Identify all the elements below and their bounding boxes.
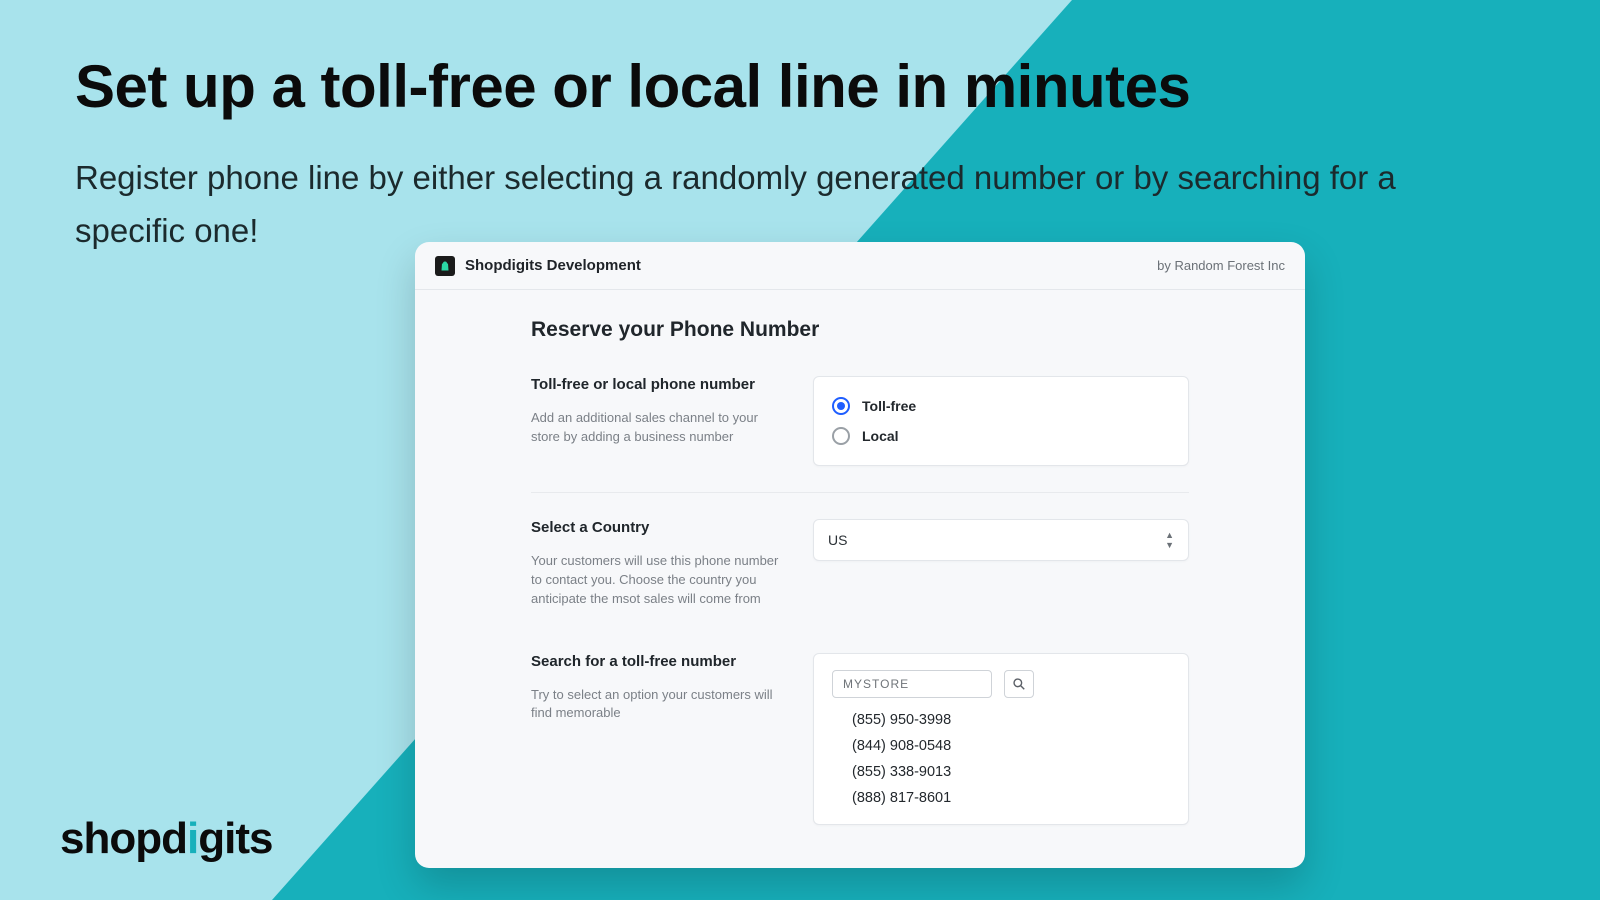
radio-icon [832, 427, 850, 445]
app-title: Shopdigits Development [465, 257, 641, 274]
type-section-desc: Add an additional sales channel to your … [531, 409, 779, 447]
search-input[interactable] [832, 670, 992, 698]
brand-accent: i [187, 814, 198, 863]
search-results: (855) 950-3998 (844) 908-0548 (855) 338-… [832, 712, 1170, 806]
panel-header: Shopdigits Development by Random Forest … [415, 242, 1305, 290]
country-select-value: US [828, 532, 847, 548]
country-select[interactable]: US ▲▼ [813, 519, 1189, 561]
radio-toll-free[interactable]: Toll-free [832, 391, 1170, 421]
app-panel: Shopdigits Development by Random Forest … [415, 242, 1305, 868]
search-button[interactable] [1004, 670, 1034, 698]
radio-toll-free-label: Toll-free [862, 398, 916, 414]
country-section-desc: Your customers will use this phone numbe… [531, 552, 779, 609]
number-type-card: Toll-free Local [813, 376, 1189, 466]
hero-headline: Set up a toll-free or local line in minu… [75, 52, 1190, 121]
brand-pre: shopd [60, 814, 187, 863]
result-item[interactable]: (844) 908-0548 [852, 738, 1170, 754]
brand-post: gits [198, 814, 272, 863]
result-item[interactable]: (888) 817-8601 [852, 790, 1170, 806]
result-item[interactable]: (855) 950-3998 [852, 712, 1170, 728]
section-country: Select a Country Your customers will use… [531, 492, 1189, 635]
page-title: Reserve your Phone Number [531, 318, 1189, 342]
chevron-updown-icon: ▲▼ [1165, 531, 1174, 550]
radio-icon [832, 397, 850, 415]
search-icon [1012, 677, 1026, 691]
country-section-title: Select a Country [531, 519, 779, 536]
section-number-type: Toll-free or local phone number Add an a… [531, 376, 1189, 492]
search-card: (855) 950-3998 (844) 908-0548 (855) 338-… [813, 653, 1189, 825]
brand-logo: shopdigits [60, 814, 272, 864]
result-item[interactable]: (855) 338-9013 [852, 764, 1170, 780]
by-line: by Random Forest Inc [1157, 258, 1285, 273]
type-section-title: Toll-free or local phone number [531, 376, 779, 393]
search-section-title: Search for a toll-free number [531, 653, 779, 670]
search-section-desc: Try to select an option your customers w… [531, 686, 779, 724]
radio-local[interactable]: Local [832, 421, 1170, 451]
app-bag-icon [435, 256, 455, 276]
section-search: Search for a toll-free number Try to sel… [531, 635, 1189, 851]
radio-local-label: Local [862, 428, 899, 444]
